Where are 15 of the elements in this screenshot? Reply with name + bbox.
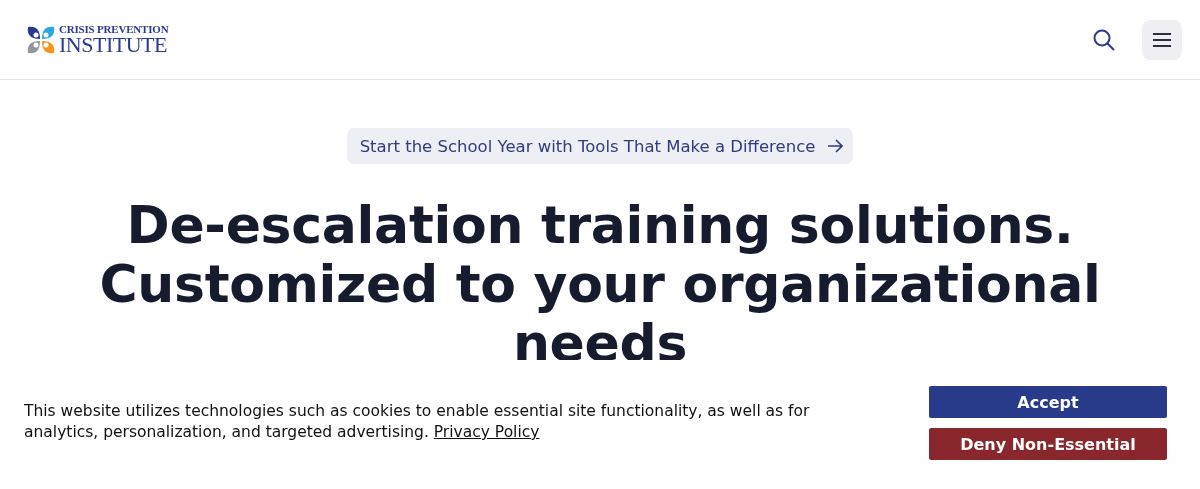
search-icon — [1093, 28, 1115, 51]
accept-button[interactable]: Accept — [929, 386, 1167, 418]
announcement-link[interactable]: Start the School Year with Tools That Make a Difference — [346, 128, 854, 164]
hero-headline: needs — [511, 314, 689, 373]
logo-icon — [26, 24, 56, 55]
logo-text: CRISIS PREVENTION — [59, 23, 169, 35]
menu-icon — [1153, 32, 1171, 47]
privacy-policy-link[interactable]: Privacy Policy — [433, 423, 540, 441]
menu-button[interactable] — [1142, 19, 1182, 60]
hero-headline: Customized to your organizational — [99, 255, 1101, 314]
cookie-notice: This website utilizes technologies such as cookies to enable essential site functionality, as well as for analytics, personalization, and targeted advertising. Privacy Policy — [24, 401, 811, 443]
hero-headline: De-escalation training solutions. — [125, 196, 1075, 255]
logo-text: INSTITUTE — [59, 33, 167, 56]
arrow-right-icon — [827, 139, 844, 153]
deny-button[interactable]: Deny Non-Essential — [929, 428, 1167, 460]
